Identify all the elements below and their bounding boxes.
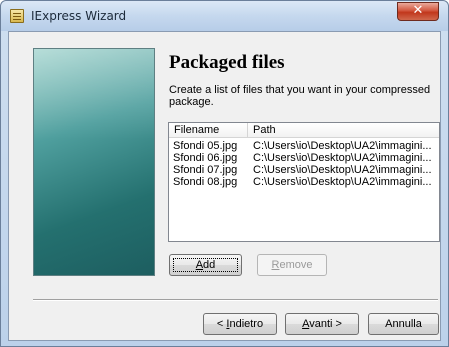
list-header: Filename Path (169, 123, 439, 138)
add-button[interactable]: Add (169, 254, 242, 276)
next-label-rest: vanti > (309, 318, 342, 330)
page-description: Create a list of files that you want in … (169, 84, 431, 108)
path-cell: C:\Users\io\Desktop\UA2\immagini... (253, 140, 432, 152)
back-button[interactable]: < Indietro (203, 313, 277, 335)
wizard-window: IExpress Wizard ✕ Packaged files Create … (0, 0, 449, 347)
cancel-button[interactable]: Annulla (368, 313, 439, 335)
footer-divider (33, 299, 438, 301)
filename-cell: Sfondi 07.jpg (173, 164, 238, 176)
wizard-side-banner (33, 48, 155, 276)
list-item[interactable]: Sfondi 08.jpg C:\Users\io\Desktop\UA2\im… (169, 176, 439, 188)
add-mnemonic: A (195, 259, 204, 271)
list-item[interactable]: Sfondi 05.jpg C:\Users\io\Desktop\UA2\im… (169, 140, 439, 152)
close-button[interactable]: ✕ (397, 2, 439, 21)
packaged-files-list[interactable]: Filename Path Sfondi 05.jpg C:\Users\io\… (168, 122, 440, 242)
back-prefix: < (216, 318, 227, 330)
column-header-filename[interactable]: Filename (174, 124, 219, 137)
filename-cell: Sfondi 08.jpg (173, 176, 238, 188)
path-cell: C:\Users\io\Desktop\UA2\immagini... (253, 164, 432, 176)
title-bar[interactable]: IExpress Wizard ✕ (1, 1, 448, 31)
window-title: IExpress Wizard (31, 9, 127, 23)
list-item[interactable]: Sfondi 07.jpg C:\Users\io\Desktop\UA2\im… (169, 164, 439, 176)
path-cell: C:\Users\io\Desktop\UA2\immagini... (253, 176, 432, 188)
next-button[interactable]: Avanti > (285, 313, 359, 335)
wizard-client-area: Packaged files Create a list of files th… (8, 31, 441, 341)
list-rows: Sfondi 05.jpg C:\Users\io\Desktop\UA2\im… (169, 140, 439, 188)
page-title: Packaged files (169, 52, 285, 73)
filename-cell: Sfondi 05.jpg (173, 140, 238, 152)
path-cell: C:\Users\io\Desktop\UA2\immagini... (253, 152, 432, 164)
list-item[interactable]: Sfondi 06.jpg C:\Users\io\Desktop\UA2\im… (169, 152, 439, 164)
remove-button[interactable]: Remove (257, 254, 327, 276)
column-header-path[interactable]: Path (253, 124, 276, 137)
add-label-rest: dd (203, 259, 216, 271)
back-label-rest: ndietro (229, 318, 264, 330)
filename-cell: Sfondi 06.jpg (173, 152, 238, 164)
remove-label-rest: emove (279, 259, 313, 271)
column-separator[interactable] (247, 123, 248, 138)
iexpress-app-icon (10, 9, 24, 23)
